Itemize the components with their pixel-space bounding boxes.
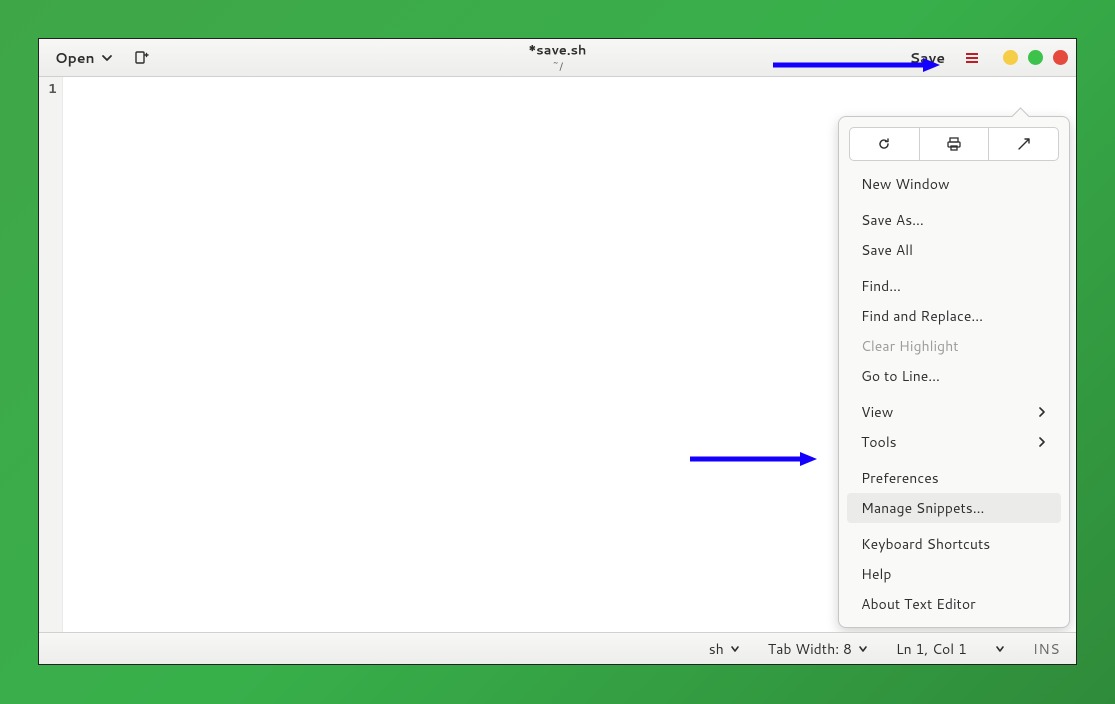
chevron-down-icon	[730, 644, 740, 654]
chevron-down-icon	[995, 644, 1005, 654]
menu-save-all[interactable]: Save All	[847, 235, 1061, 265]
chevron-down-icon	[858, 644, 868, 654]
menu-save-as[interactable]: Save As…	[847, 205, 1061, 235]
print-icon	[946, 136, 962, 152]
hamburger-menu-button[interactable]	[961, 47, 983, 69]
close-button[interactable]	[1053, 50, 1068, 65]
minimize-button[interactable]	[1003, 50, 1018, 65]
window-controls	[1003, 50, 1068, 65]
new-document-icon	[133, 50, 149, 66]
editor-area: 1 New Window Save As… Save All Find…	[39, 77, 1076, 632]
language-selector[interactable]: sh	[709, 639, 740, 659]
menu-clear-highlight: Clear Highlight	[847, 331, 1061, 361]
menu-about[interactable]: About Text Editor	[847, 589, 1061, 619]
tab-width-selector[interactable]: Tab Width: 8	[768, 639, 868, 659]
insert-mode[interactable]: INS	[1033, 639, 1060, 659]
statusbar: sh Tab Width: 8 Ln 1, Col 1 INS	[39, 632, 1076, 664]
open-button[interactable]: Open	[47, 44, 121, 72]
print-button[interactable]	[920, 128, 990, 160]
cursor-position[interactable]: Ln 1, Col 1	[896, 639, 967, 659]
menu-find-replace[interactable]: Find and Replace…	[847, 301, 1061, 331]
fullscreen-icon	[1016, 136, 1032, 152]
menu-help[interactable]: Help	[847, 559, 1061, 589]
headerbar: Open *save.sh ~/ Save	[39, 39, 1076, 77]
text-editor-window: Open *save.sh ~/ Save	[38, 38, 1077, 665]
menu-tools[interactable]: Tools	[847, 427, 1061, 457]
save-button[interactable]: Save	[902, 44, 953, 72]
menu-new-window[interactable]: New Window	[847, 169, 1061, 199]
menu-manage-snippets[interactable]: Manage Snippets…	[847, 493, 1061, 523]
document-title: *save.sh	[529, 41, 587, 59]
menu-keyboard-shortcuts[interactable]: Keyboard Shortcuts	[847, 529, 1061, 559]
hamburger-popover: New Window Save As… Save All Find… Find …	[838, 116, 1070, 628]
document-path: ~/	[529, 58, 587, 74]
line-number: 1	[39, 80, 57, 98]
open-label: Open	[55, 48, 95, 68]
menu-preferences[interactable]: Preferences	[847, 463, 1061, 493]
line-gutter: 1	[39, 77, 63, 632]
maximize-button[interactable]	[1028, 50, 1043, 65]
title-area: *save.sh ~/	[529, 41, 587, 74]
reload-button[interactable]	[850, 128, 920, 160]
menu-go-to-line[interactable]: Go to Line…	[847, 361, 1061, 391]
menu-find[interactable]: Find…	[847, 271, 1061, 301]
chevron-down-icon	[101, 52, 113, 64]
menu-view[interactable]: View	[847, 397, 1061, 427]
hamburger-icon	[965, 52, 979, 64]
chevron-right-icon	[1037, 402, 1047, 422]
fullscreen-button[interactable]	[989, 128, 1058, 160]
chevron-right-icon	[1037, 432, 1047, 452]
cursor-menu[interactable]	[995, 644, 1005, 654]
reload-icon	[876, 136, 892, 152]
popover-button-row	[849, 127, 1059, 161]
new-tab-button[interactable]	[127, 44, 155, 72]
